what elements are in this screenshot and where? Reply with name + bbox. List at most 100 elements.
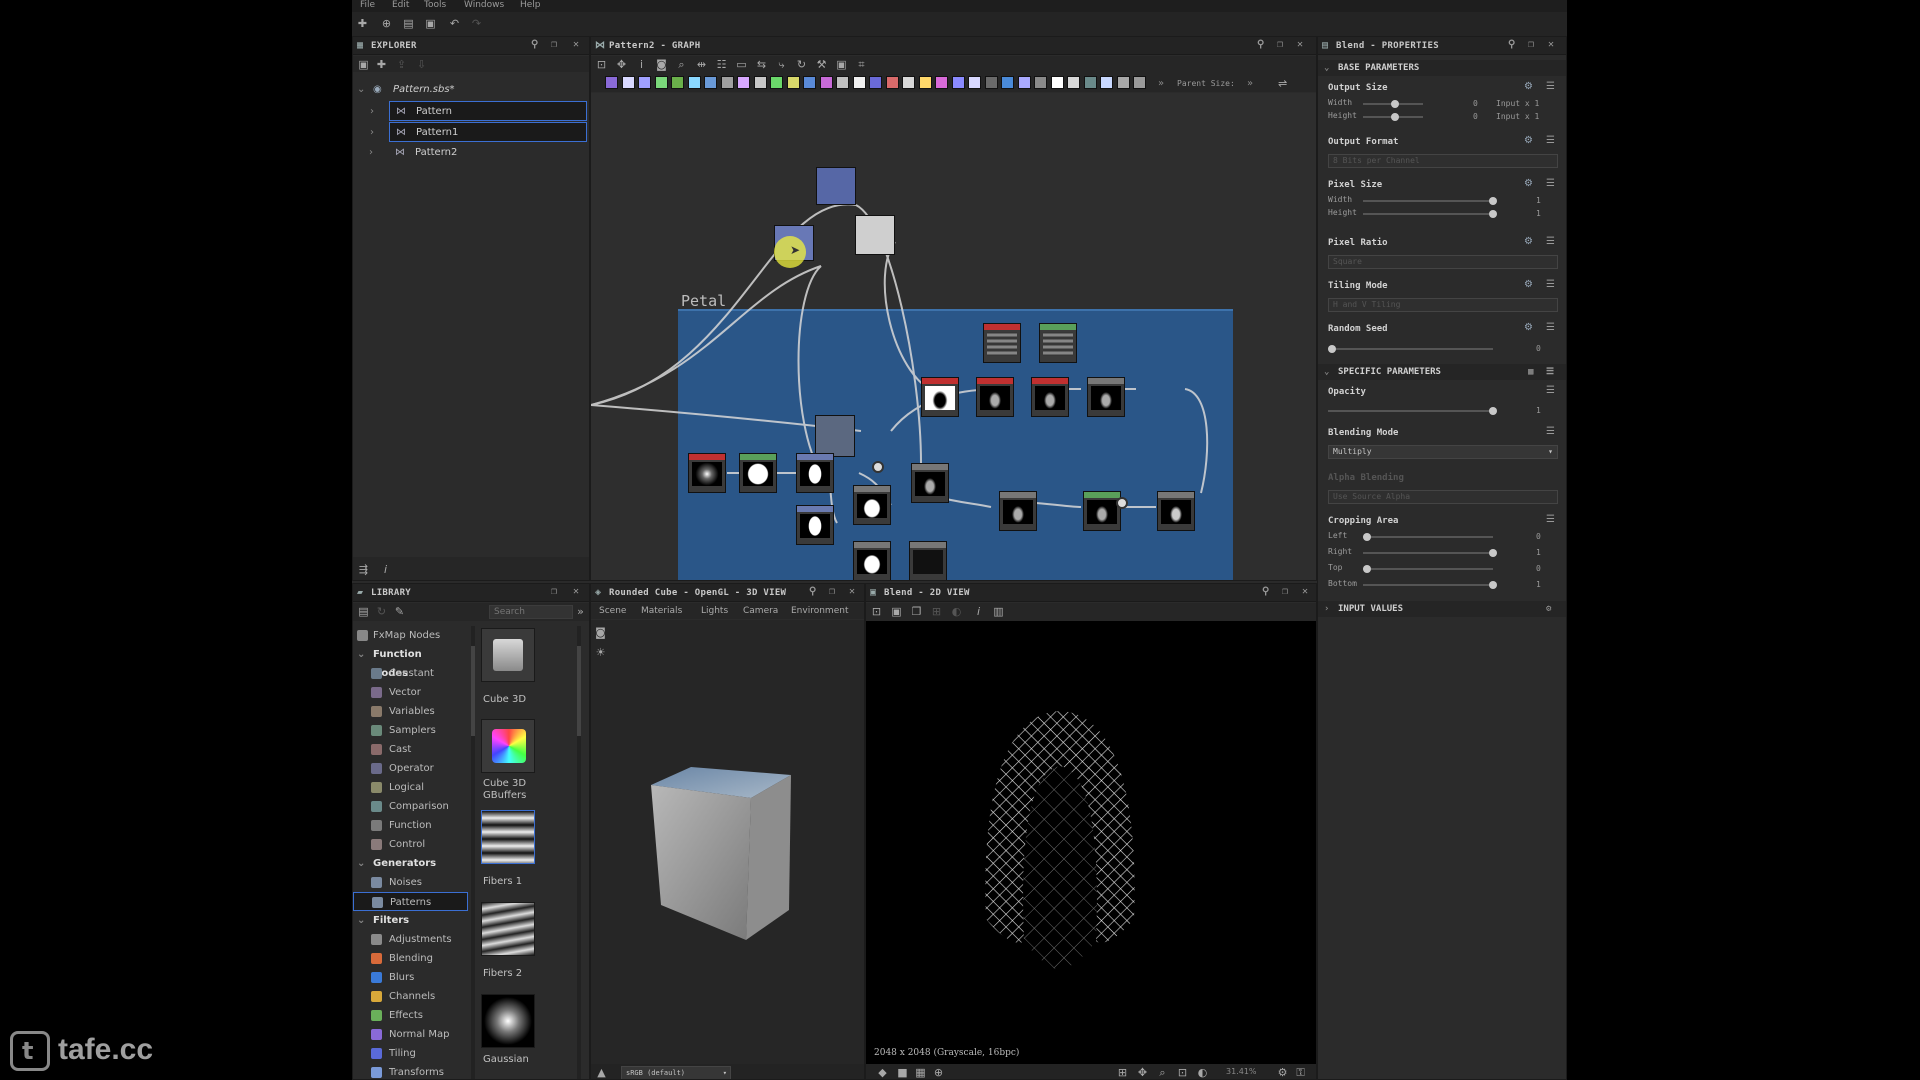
close-icon[interactable]: ✕	[573, 39, 579, 50]
node-type-icon[interactable]	[1050, 76, 1064, 89]
graph-node[interactable]	[1083, 491, 1121, 531]
tab-environment[interactable]: Environment	[791, 606, 848, 616]
tiles-icon[interactable]: ⊡	[1176, 1066, 1189, 1079]
output-width-mode[interactable]: Input x 1	[1496, 99, 1539, 108]
menu-windows[interactable]: Windows	[464, 0, 504, 10]
layers-icon[interactable]: ◆	[876, 1066, 889, 1079]
grid-icon[interactable]: ⊞	[1116, 1066, 1129, 1079]
inherit-icon[interactable]: ⚙	[1524, 81, 1533, 92]
node-type-icon[interactable]	[968, 76, 981, 89]
link-toggle-icon[interactable]: ⇌	[1278, 77, 1287, 90]
graph-node[interactable]	[1031, 377, 1069, 417]
new-package-icon[interactable]: ✚	[356, 17, 369, 30]
node-type-icon[interactable]	[918, 76, 932, 89]
lib-item-transforms[interactable]: Transforms	[353, 1063, 468, 1079]
channels-icon[interactable]: ◐	[1196, 1066, 1209, 1079]
lib-item-channels[interactable]: Channels	[353, 987, 468, 1006]
slider-knob[interactable]	[1328, 345, 1336, 353]
node-type-icon[interactable]	[770, 76, 783, 89]
camera-icon[interactable]: ◙	[655, 58, 668, 71]
output-height-slider[interactable]	[1363, 113, 1423, 121]
node-type-icon[interactable]	[1133, 76, 1146, 89]
thumb-cube-3d[interactable]	[481, 628, 535, 682]
black-bg-icon[interactable]: ■	[896, 1066, 909, 1079]
node-type-icon[interactable]	[1083, 76, 1097, 89]
menu-icon[interactable]: ☰	[1546, 426, 1555, 437]
node-type-icon[interactable]	[836, 76, 849, 89]
node-type-icon[interactable]	[869, 76, 882, 89]
slider-knob[interactable]	[1489, 407, 1497, 415]
info-icon[interactable]: i	[379, 563, 392, 576]
thumb-fibers-1[interactable]	[481, 810, 535, 864]
menu-icon[interactable]: ☰	[1546, 514, 1555, 525]
inherit-icon[interactable]: ⚙	[1524, 135, 1533, 146]
menu-icon[interactable]: ☰	[1546, 279, 1555, 290]
node-type-icon[interactable]	[671, 76, 684, 89]
node-type-icon[interactable]	[704, 76, 717, 89]
scroll-thumb[interactable]	[577, 646, 581, 736]
graph-node[interactable]	[1039, 323, 1077, 363]
specific-parameters-section[interactable]: ⌄ SPECIFIC PARAMETERS ▦ ☰	[1318, 364, 1566, 380]
slider-knob[interactable]	[1391, 100, 1399, 108]
menu-icon[interactable]: ☰	[1546, 385, 1555, 396]
node-type-icon[interactable]	[902, 76, 915, 89]
node-type-icon[interactable]	[753, 76, 767, 89]
graph-node[interactable]	[999, 491, 1037, 531]
node-type-icon[interactable]	[621, 76, 635, 89]
node-badge-icon[interactable]	[1116, 497, 1128, 509]
tab-materials[interactable]: Materials	[641, 606, 682, 616]
fit-icon[interactable]: ⊡	[870, 605, 883, 618]
lib-item-noises[interactable]: Noises	[353, 873, 468, 892]
lib-item-effects[interactable]: Effects	[353, 1006, 468, 1025]
base-parameters-section[interactable]: ⌄ BASE PARAMETERS	[1318, 60, 1566, 76]
inherit-icon[interactable]: ⚙	[1524, 236, 1533, 247]
pin-icon[interactable]: ⚲	[1257, 39, 1264, 50]
float-icon[interactable]: ❐	[551, 39, 557, 50]
open-icon[interactable]: ▤	[402, 17, 415, 30]
lib-item-comparison[interactable]: Comparison	[353, 797, 468, 816]
tab-lights[interactable]: Lights	[701, 606, 728, 616]
lib-item-cast[interactable]: Cast	[353, 740, 468, 759]
lib-item-normal-map[interactable]: Normal Map	[353, 1025, 468, 1044]
node-type-icon[interactable]	[1067, 76, 1080, 89]
node-type-icon[interactable]	[803, 76, 816, 89]
slider-knob[interactable]	[1489, 197, 1497, 205]
histogram-icon[interactable]: ▥	[992, 605, 1005, 618]
node-type-icon[interactable]	[1034, 76, 1047, 89]
checker-icon[interactable]: ▦	[914, 1066, 927, 1079]
tiling-mode-select[interactable]: H and V Tiling	[1328, 298, 1558, 312]
camera-icon[interactable]: ◙	[594, 626, 607, 639]
slider-knob[interactable]	[1363, 565, 1371, 573]
colorspace-select[interactable]: sRGB (default) ▾	[621, 1066, 731, 1079]
preset-icon[interactable]: ▦	[1528, 364, 1533, 380]
edit-icon[interactable]: ✎	[393, 605, 406, 618]
light-icon[interactable]: ☀	[594, 646, 607, 659]
node-type-icon[interactable]	[984, 76, 998, 89]
lib-item-patterns[interactable]: Patterns	[353, 892, 468, 911]
node-type-icon[interactable]	[638, 76, 651, 89]
undo-icon[interactable]: ↶	[448, 17, 461, 30]
graph-node[interactable]	[1087, 377, 1125, 417]
pin-icon[interactable]: ⚲	[531, 39, 538, 50]
node-type-icon[interactable]	[1116, 76, 1130, 89]
align-icon[interactable]: ⇹	[695, 58, 708, 71]
menu-tools[interactable]: Tools	[424, 0, 446, 10]
lib-item-vector[interactable]: Vector	[353, 683, 468, 702]
thumb-gaussian[interactable]	[481, 994, 535, 1048]
library-scrollbar[interactable]	[471, 626, 475, 1079]
menu-icon[interactable]: ☰	[1546, 178, 1555, 189]
settings-icon[interactable]: ⚙	[1276, 1066, 1289, 1079]
lib-item-constant[interactable]: Constant	[353, 664, 468, 683]
slider-knob[interactable]	[1489, 210, 1497, 218]
scroll-thumb[interactable]	[471, 646, 475, 736]
node-type-icon[interactable]	[737, 76, 750, 89]
menu-icon[interactable]: ☰	[1546, 236, 1555, 247]
lib-item-variables[interactable]: Variables	[353, 702, 468, 721]
random-seed-slider[interactable]	[1328, 345, 1493, 353]
fit-view-icon[interactable]: ⊡	[595, 58, 608, 71]
graph-node[interactable]	[853, 541, 891, 580]
node-badge-icon[interactable]	[872, 461, 884, 473]
package-row[interactable]: ⌄ ◉ Pattern.sbs*	[357, 80, 587, 100]
chevron-double-right-icon[interactable]: »	[1247, 78, 1253, 89]
lib-item-operator[interactable]: Operator	[353, 759, 468, 778]
